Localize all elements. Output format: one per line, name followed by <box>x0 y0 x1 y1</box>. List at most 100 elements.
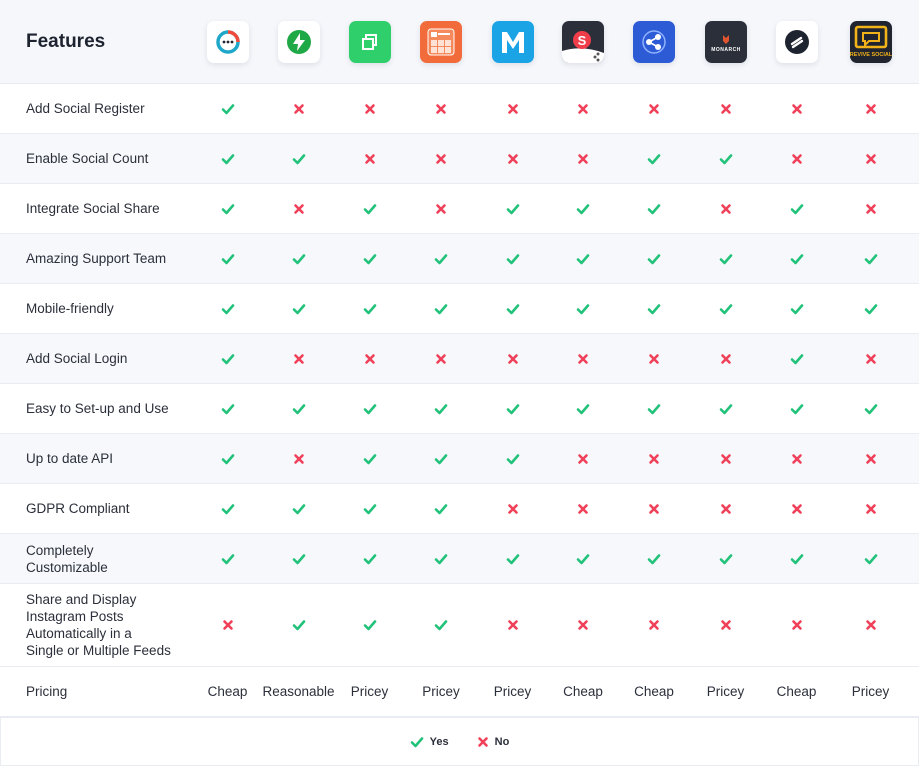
unsupported-cell <box>618 352 690 366</box>
check-icon <box>221 103 234 114</box>
unsupported-cell <box>477 152 548 166</box>
feature-label: Share and Display Instagram Posts Automa… <box>26 592 171 658</box>
supported-cell <box>263 252 334 266</box>
check-icon <box>363 453 376 464</box>
check-icon <box>506 203 519 214</box>
check-icon <box>790 303 803 314</box>
supported-cell <box>618 252 690 266</box>
cross-icon <box>222 620 233 630</box>
plugin-column-header: REVIVE SOCIAL <box>832 20 909 63</box>
supported-cell <box>548 302 618 316</box>
supported-cell <box>548 552 618 566</box>
unsupported-cell <box>832 152 909 166</box>
feature-cells <box>192 402 919 416</box>
cross-icon <box>578 503 588 514</box>
supported-cell <box>832 552 909 566</box>
supported-cell <box>192 552 263 566</box>
check-icon <box>506 553 519 564</box>
check-icon <box>647 303 661 314</box>
unsupported-cell <box>761 502 832 516</box>
check-icon <box>434 620 448 631</box>
check-icon <box>292 303 305 314</box>
check-icon <box>221 253 234 264</box>
pricing-cell: Pricey <box>851 684 890 699</box>
unsupported-cell <box>263 352 334 366</box>
unsupported-cell <box>832 202 909 216</box>
check-icon <box>576 253 590 264</box>
supported-cell <box>618 552 690 566</box>
feature-rows: Add Social Register Enable Social Count In… <box>0 84 919 667</box>
check-icon <box>221 453 234 464</box>
supported-cell <box>192 502 263 516</box>
supported-cell <box>477 302 548 316</box>
supported-cell <box>477 452 548 466</box>
unsupported-cell <box>477 102 548 116</box>
grid-card-logo-icon <box>420 20 462 63</box>
cross-icon <box>720 503 731 514</box>
check-icon <box>363 203 376 214</box>
cross-icon <box>865 353 876 364</box>
pricing-cell: Reasonable <box>262 684 335 699</box>
plugin-column-header <box>477 20 548 63</box>
cross-icon <box>578 620 588 630</box>
cross-icon <box>578 153 588 164</box>
supported-cell <box>832 302 909 316</box>
monarch-logo-icon: MONARCH <box>704 20 747 63</box>
unsupported-cell <box>832 352 909 366</box>
cross-icon <box>720 203 731 214</box>
cross-icon <box>477 736 488 747</box>
supported-cell <box>618 202 690 216</box>
cross-icon <box>507 353 518 364</box>
check-icon <box>647 553 661 564</box>
supported-cell <box>334 252 405 266</box>
plugin-column-header <box>405 20 477 63</box>
check-icon <box>363 553 376 564</box>
unsupported-cell <box>477 352 548 366</box>
supported-cell <box>761 252 832 266</box>
check-icon <box>790 203 803 214</box>
cross-icon <box>364 103 375 114</box>
check-icon <box>576 403 590 414</box>
cross-icon <box>293 203 304 214</box>
supported-cell <box>761 352 832 366</box>
unsupported-cell <box>548 502 618 516</box>
unsupported-cell <box>548 102 618 116</box>
cross-icon <box>364 353 375 364</box>
cross-icon <box>720 620 731 630</box>
feature-row: GDPR Compliant <box>0 484 919 534</box>
unsupported-cell <box>263 102 334 116</box>
check-icon <box>790 403 803 414</box>
feature-cells <box>192 618 919 632</box>
plugin-column-header <box>334 20 405 63</box>
feature-cells <box>192 152 919 166</box>
cross-icon <box>507 620 518 630</box>
feature-label: Completely Customizable <box>26 542 108 575</box>
supported-cell <box>405 552 477 566</box>
cross-icon <box>578 453 588 464</box>
check-icon <box>292 403 305 414</box>
supported-cell <box>405 252 477 266</box>
check-icon <box>363 303 376 314</box>
unsupported-cell <box>334 102 405 116</box>
unsupported-cell <box>690 352 761 366</box>
pricing-row: Pricing Cheap Reasonable Pricey Pricey Price… <box>0 667 919 717</box>
supported-cell <box>192 202 263 216</box>
supported-cell <box>548 252 618 266</box>
unsupported-cell <box>690 452 761 466</box>
unsupported-cell <box>761 152 832 166</box>
supported-cell <box>761 302 832 316</box>
share-network-logo-icon <box>633 20 675 63</box>
check-icon <box>719 403 732 414</box>
feature-cells <box>192 352 919 366</box>
supported-cell <box>263 402 334 416</box>
feature-label: Add Social Login <box>26 351 128 366</box>
cross-icon <box>791 153 802 164</box>
supported-cell <box>334 552 405 566</box>
cross-icon <box>865 453 876 464</box>
unsupported-cell <box>618 452 690 466</box>
supported-cell <box>334 452 405 466</box>
unsupported-cell <box>690 618 761 632</box>
cross-icon <box>720 103 731 114</box>
cross-icon <box>364 153 375 164</box>
feature-row: Enable Social Count <box>0 134 919 184</box>
